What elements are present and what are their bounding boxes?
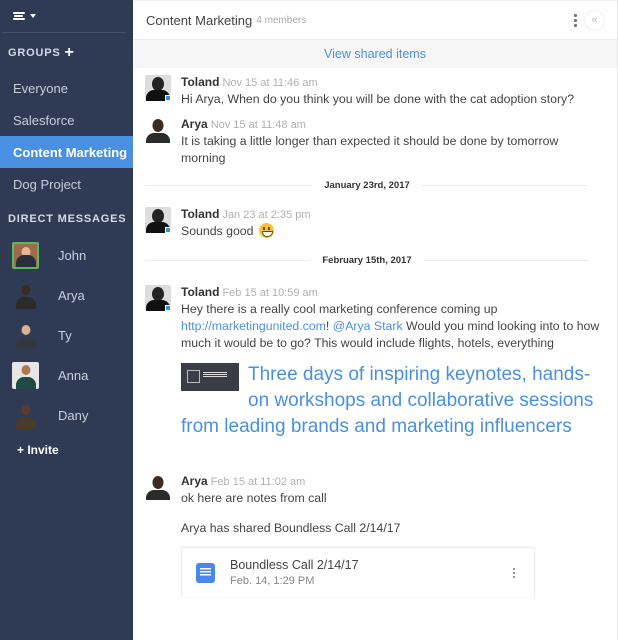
date-divider: February 15th, 2017: [133, 252, 603, 268]
message: Toland Nov 15 at 11:46 am Hi Arya, When d…: [133, 75, 603, 108]
dm-item-arya[interactable]: Arya: [0, 275, 133, 315]
sidebar-item-salesforce[interactable]: Salesforce: [0, 104, 133, 136]
link-preview[interactable]: Three days of inspiring keynotes, hands-…: [133, 362, 603, 440]
dm-item-label: Arya: [58, 287, 85, 303]
sidebar-item-label: Salesforce: [13, 112, 75, 128]
file-options-icon[interactable]: [510, 565, 518, 581]
message-text: Hi Arya, When do you think you will be d…: [181, 92, 575, 106]
shared-file-note: Arya has shared Boundless Call 2/14/17: [181, 521, 401, 535]
message-author[interactable]: Toland: [181, 285, 219, 299]
message-time: Nov 15 at 11:46 am: [222, 77, 318, 89]
groups-heading: GROUPS +: [0, 34, 133, 72]
avatar: [12, 322, 39, 349]
avatar: [12, 361, 39, 389]
avatar: [12, 282, 39, 309]
dm-item-label: Ty: [58, 327, 72, 343]
avatar: [12, 241, 39, 269]
avatar[interactable]: [145, 207, 171, 233]
workspace-menu-button[interactable]: [13, 12, 36, 20]
dm-item-label: Dany: [58, 407, 89, 423]
add-group-icon[interactable]: +: [64, 45, 74, 61]
sidebar-item-everyone[interactable]: Everyone: [0, 72, 133, 104]
date-divider-label: January 23rd, 2017: [324, 179, 410, 191]
file-name[interactable]: Boundless Call 2/14/17: [230, 558, 359, 572]
message-time: Nov 15 at 11:48 am: [210, 119, 306, 131]
direct-messages-heading-label: DIRECT MESSAGES: [8, 213, 127, 225]
message-text-part: Hey there is a really cool marketing con…: [181, 302, 498, 316]
dm-item-ty[interactable]: Ty: [0, 315, 133, 355]
message: Toland Feb 15 at 10:59 am Hey there is a …: [133, 285, 603, 352]
avatar[interactable]: [145, 117, 171, 143]
date-divider-label: February 15th, 2017: [322, 254, 412, 266]
sidebar-item-label: Content Marketing: [13, 144, 128, 160]
stack-logo-icon: [13, 12, 25, 20]
shared-file-card[interactable]: Boundless Call 2/14/17 Feb. 14, 1:29 PM: [181, 547, 535, 597]
linkedin-badge-icon: [165, 227, 171, 233]
sidebar-item-dog-project[interactable]: Dog Project: [0, 168, 133, 200]
member-count[interactable]: 4 members: [256, 15, 306, 26]
date-divider: January 23rd, 2017: [133, 177, 603, 193]
message-text: Sounds good: [181, 223, 603, 240]
smiley-emoji-icon: [258, 223, 274, 238]
message-time: Feb 15 at 10:59 am: [222, 287, 318, 299]
message: Toland Jan 23 at 2:35 pm Sounds good: [133, 207, 603, 240]
google-doc-icon: [196, 562, 215, 583]
direct-messages-heading: DIRECT MESSAGES: [0, 203, 133, 235]
preview-description[interactable]: Three days of inspiring keynotes, hands-…: [181, 362, 603, 440]
collapse-panel-button[interactable]: «: [584, 9, 605, 31]
message-text: Hey there is a really cool marketing con…: [181, 301, 603, 352]
message-list: Toland Nov 15 at 11:46 am Hi Arya, When d…: [133, 75, 617, 597]
sidebar-item-content-marketing[interactable]: Content Marketing: [0, 136, 133, 168]
groups-heading-label: GROUPS: [8, 47, 61, 59]
message-text-content: Sounds good: [181, 224, 254, 238]
dm-item-label: John: [58, 247, 87, 263]
dm-item-john[interactable]: John: [0, 235, 133, 275]
message-time: Jan 23 at 2:35 pm: [222, 209, 311, 221]
chat-panel: Content Marketing 4 members « View share…: [133, 0, 618, 640]
invite-button[interactable]: + Invite: [0, 435, 133, 465]
preview-thumbnail: [181, 363, 239, 391]
dm-item-label: Anna: [58, 367, 89, 383]
file-date: Feb. 14, 1:29 PM: [230, 575, 315, 587]
message-text-part: !: [325, 319, 333, 333]
channel-title: Content Marketing: [146, 12, 253, 28]
avatar[interactable]: [145, 285, 171, 311]
app: GROUPS + Everyone Salesforce Content Mar…: [0, 0, 618, 640]
message-author[interactable]: Toland: [181, 75, 219, 89]
url-link[interactable]: http://marketingunited.com: [181, 319, 326, 333]
channel-header: Content Marketing 4 members «: [133, 0, 617, 40]
avatar[interactable]: [145, 75, 171, 101]
message-author[interactable]: Arya: [181, 117, 208, 131]
message-time: Feb 15 at 11:02 am: [210, 476, 306, 488]
caret-down-icon: [30, 14, 36, 18]
dm-item-anna[interactable]: Anna: [0, 355, 133, 395]
linkedin-badge-icon: [165, 95, 171, 101]
message-text: It is taking a little longer than expect…: [181, 134, 559, 165]
avatar[interactable]: [145, 474, 171, 500]
message-author[interactable]: Toland: [181, 207, 219, 221]
mention-link[interactable]: @Arya Stark: [333, 319, 403, 333]
sidebar-top: [3, 0, 125, 33]
sidebar-item-label: Dog Project: [13, 176, 81, 192]
message: Arya Feb 15 at 11:02 am ok here are notes…: [133, 474, 603, 507]
view-shared-items-link[interactable]: View shared items: [133, 40, 617, 68]
message: Arya Nov 15 at 11:48 am It is taking a li…: [133, 117, 603, 167]
sidebar-item-label: Everyone: [13, 80, 68, 96]
dm-item-dany[interactable]: Dany: [0, 395, 133, 435]
avatar: [12, 402, 39, 429]
message-author[interactable]: Arya: [181, 474, 208, 488]
linkedin-badge-icon: [165, 305, 171, 311]
message-text: ok here are notes from call: [181, 491, 327, 505]
more-options-icon[interactable]: [571, 11, 580, 30]
sidebar: GROUPS + Everyone Salesforce Content Mar…: [0, 0, 133, 640]
